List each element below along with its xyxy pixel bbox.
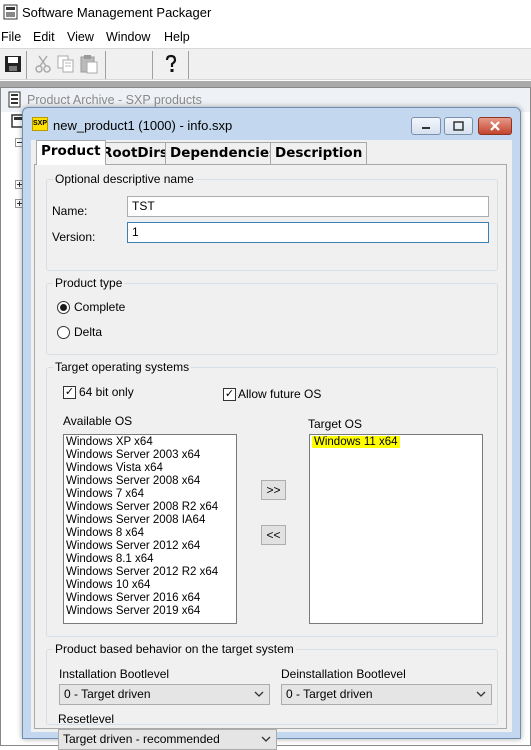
cut-icon[interactable] (32, 53, 54, 75)
remove-os-button[interactable]: << (261, 525, 286, 545)
archive-title: Product Archive - SXP products (27, 93, 202, 107)
resetlevel-label: Resetlevel (58, 712, 115, 726)
app-title-bar: Software Management Packager (0, 0, 531, 26)
list-item[interactable]: Windows 7 x64 (66, 488, 234, 501)
radio-delta[interactable] (57, 326, 70, 339)
target-os-item: Windows 11 x64 (312, 436, 400, 448)
tab-description[interactable]: Description (270, 142, 368, 164)
list-item[interactable]: Windows Vista x64 (66, 462, 234, 475)
64bit-label: 64 bit only (79, 385, 134, 399)
paste-icon[interactable] (78, 53, 100, 75)
menu-help[interactable]: Help (164, 30, 190, 44)
chevron-down-icon (476, 691, 486, 697)
toolbar-separator (26, 51, 27, 79)
list-item[interactable]: Windows Server 2012 R2 x64 (66, 566, 234, 579)
tab-product[interactable]: Product (36, 140, 106, 165)
archive-icon (8, 91, 21, 108)
available-os-label: Available OS (63, 414, 133, 428)
menu-window[interactable]: Window (106, 30, 150, 44)
help-icon[interactable] (160, 53, 182, 75)
list-item[interactable]: Windows 8 x64 (66, 527, 234, 540)
dialog-client: Product RootDirs Dependencies Descriptio… (31, 140, 512, 750)
app-title: Software Management Packager (22, 5, 212, 20)
version-input[interactable]: 1 (127, 222, 489, 243)
resetlevel-value: Target driven - recommended (63, 732, 220, 746)
list-item[interactable]: Windows Server 2019 x64 (66, 605, 234, 618)
toolbar-separator (105, 51, 106, 79)
name-input[interactable]: TST (127, 196, 489, 217)
chevron-down-icon (261, 736, 271, 742)
list-item[interactable]: Windows Server 2012 x64 (66, 540, 234, 553)
chevron-down-icon (254, 691, 264, 697)
deinstall-bootlevel-label: Deinstallation Bootlevel (281, 667, 406, 681)
dialog-title: new_product1 (1000) - info.sxp (53, 118, 233, 133)
checkbox-allow-future[interactable]: ✓ (223, 388, 236, 401)
list-item[interactable]: Windows Server 2003 x64 (66, 449, 234, 462)
dialog-title-bar[interactable]: SXP new_product1 (1000) - info.sxp (23, 108, 520, 138)
list-item[interactable]: Windows 11 x64 (312, 436, 480, 449)
add-os-button[interactable]: >> (261, 480, 286, 500)
toolbar-separator (152, 51, 153, 79)
deinstall-bootlevel-select[interactable]: 0 - Target driven (281, 684, 492, 705)
maximize-icon (453, 121, 464, 131)
list-item[interactable]: Windows 8.1 x64 (66, 553, 234, 566)
target-os-group-label: Target operating systems (53, 360, 192, 374)
menu-edit[interactable]: Edit (33, 30, 55, 44)
radio-complete[interactable] (57, 301, 70, 314)
menu-view[interactable]: View (67, 30, 94, 44)
target-os-label: Target OS (308, 417, 363, 431)
list-item[interactable]: Windows 10 x64 (66, 579, 234, 592)
product-info-dialog: SXP new_product1 (1000) - info.sxp Produ… (22, 107, 521, 750)
deinstall-bootlevel-value: 0 - Target driven (286, 687, 373, 701)
resetlevel-select[interactable]: Target driven - recommended (58, 729, 277, 750)
save-icon[interactable] (2, 53, 24, 75)
delta-label: Delta (74, 325, 103, 339)
list-item[interactable]: Windows Server 2008 IA64 (66, 514, 234, 527)
install-bootlevel-value: 0 - Target driven (64, 687, 151, 701)
tab-dependencies[interactable]: Dependencies (165, 142, 283, 164)
name-label: Name: (52, 204, 88, 218)
toolbar (0, 48, 531, 80)
list-item[interactable]: Windows XP x64 (66, 436, 234, 449)
copy-icon[interactable] (55, 53, 77, 75)
maximize-button[interactable] (444, 117, 473, 135)
install-bootlevel-label: Installation Bootlevel (59, 667, 170, 681)
target-os-group: Target operating systems ✓ 64 bit only ✓… (46, 360, 498, 637)
available-os-list[interactable]: Windows XP x64 Windows Server 2003 x64 W… (63, 434, 237, 624)
toolbar-separator (188, 51, 189, 79)
descriptive-name-group: Optional descriptive name Name: TST Vers… (46, 172, 498, 271)
checkbox-64bit[interactable]: ✓ (63, 386, 76, 399)
app-icon (3, 4, 18, 20)
complete-label: Complete (74, 300, 126, 314)
allow-future-label: Allow future OS (238, 387, 322, 401)
version-label: Version: (52, 230, 96, 244)
menu-file[interactable]: File (1, 30, 21, 44)
list-item[interactable]: Windows Server 2008 R2 x64 (66, 501, 234, 514)
product-type-label: Product type (53, 276, 125, 290)
descriptive-name-label: Optional descriptive name (53, 172, 196, 186)
minimize-button[interactable] (411, 117, 441, 135)
minimize-icon (422, 127, 430, 129)
install-bootlevel-select[interactable]: 0 - Target driven (59, 684, 270, 705)
close-button[interactable] (478, 117, 512, 135)
sxp-icon: SXP (32, 117, 48, 131)
behavior-group-label: Product based behavior on the target sys… (53, 642, 296, 656)
target-os-list[interactable]: Windows 11 x64 (309, 434, 483, 624)
menu-bar: File Edit View Window Help (0, 28, 531, 48)
list-item[interactable]: Windows Server 2016 x64 (66, 592, 234, 605)
list-item[interactable]: Windows Server 2008 x64 (66, 475, 234, 488)
close-icon (490, 121, 500, 131)
product-tab-panel: Optional descriptive name Name: TST Vers… (34, 164, 507, 750)
product-type-group: Product type Complete Delta (46, 276, 498, 355)
tab-rootdirs[interactable]: RootDirs (97, 142, 173, 164)
